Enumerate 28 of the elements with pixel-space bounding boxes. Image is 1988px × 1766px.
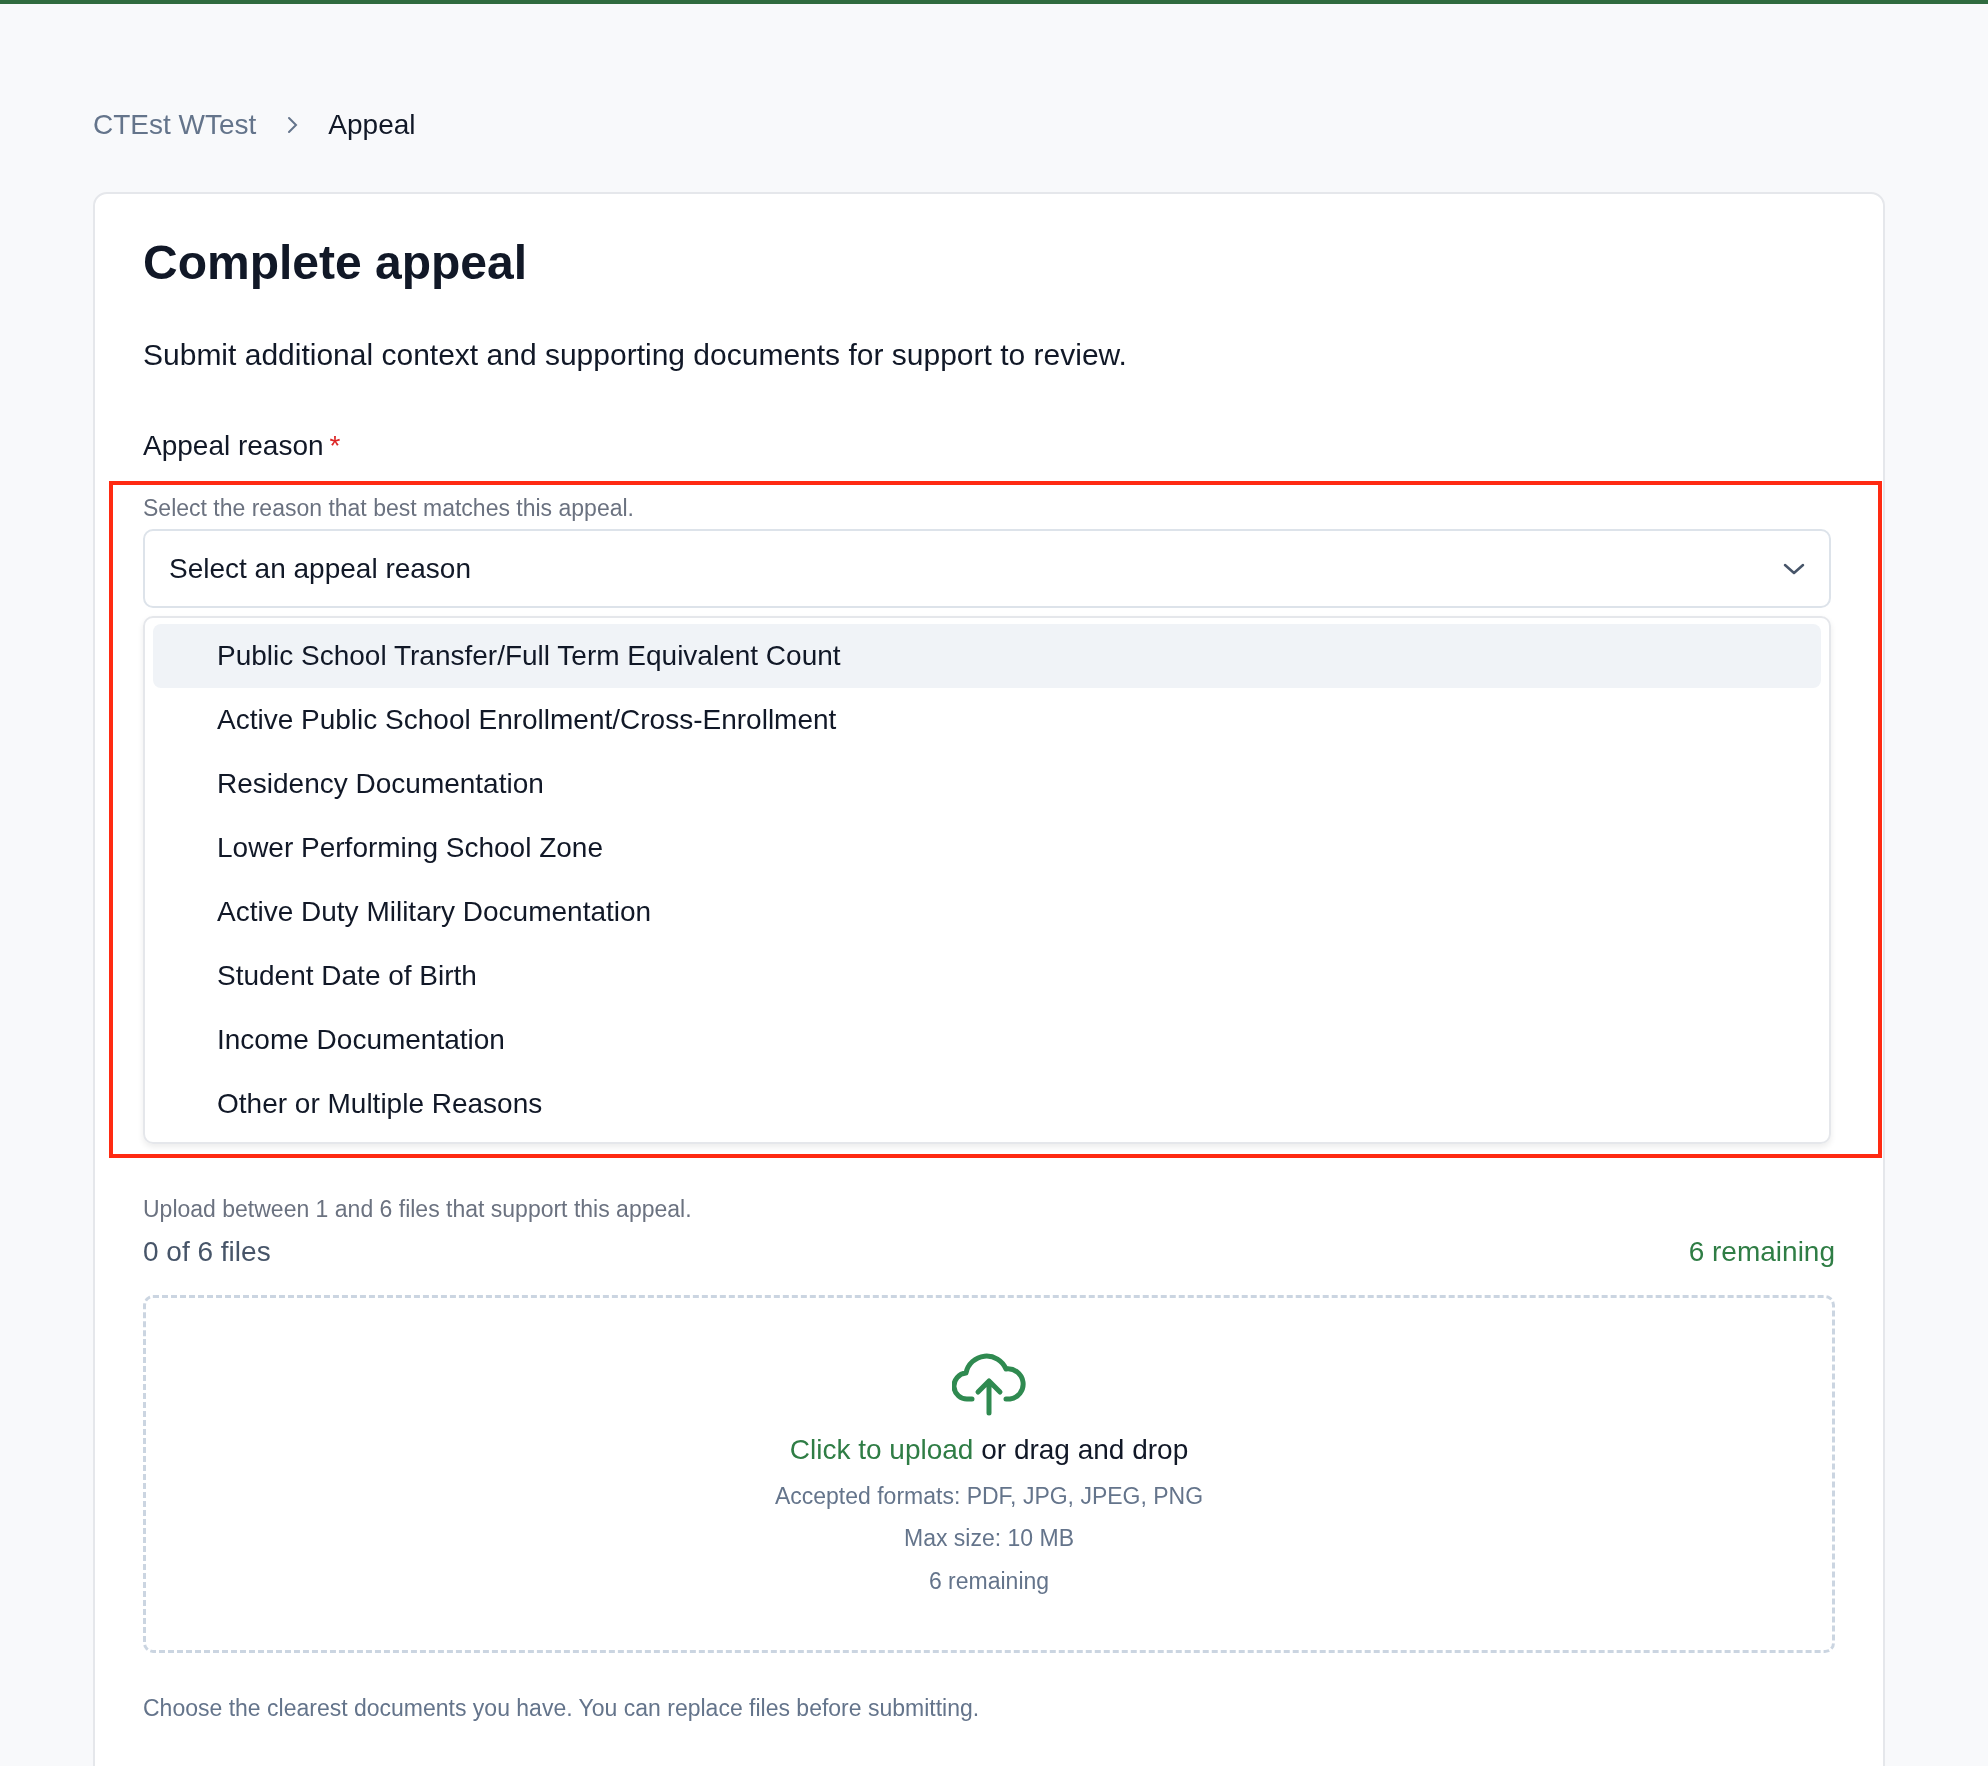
upload-instruction: Click to upload or drag and drop <box>789 1432 1189 1467</box>
dropdown-option[interactable]: Public School Transfer/Full Term Equivalent Count <box>153 624 1821 689</box>
file-count: 0 of 6 files <box>143 1234 271 1269</box>
page-description: Submit additional context and supporting documents for support to review. <box>143 336 1128 373</box>
dropdown-option[interactable]: Lower Performing School Zone <box>153 816 1821 881</box>
upload-link[interactable]: Click to upload <box>789 1433 974 1465</box>
dropdown-option[interactable]: Residency Documentation <box>153 752 1821 817</box>
upload-help-text: Upload between 1 and 6 files that support this appeal. <box>143 1195 693 1225</box>
remaining-count: 6 remaining <box>1688 1234 1835 1269</box>
select-field[interactable]: Select an appeal reason <box>143 529 1831 609</box>
required-marker: * <box>329 429 341 461</box>
dropdown-option[interactable]: Other or Multiple Reasons <box>153 1072 1821 1137</box>
upload-note: Choose the clearest documents you have. You can replace files before submitting. <box>143 1693 981 1723</box>
breadcrumb-link[interactable]: CTEst WTest <box>93 104 257 146</box>
dropdown-option[interactable]: Active Public School Enrollment/Cross-Enrollment <box>153 688 1821 753</box>
chevron-icon <box>1783 561 1805 576</box>
breadcrumb-current: Appeal <box>328 108 416 142</box>
field-help-text: Select the reason that best matches this appeal. <box>143 493 635 523</box>
chevron-right-icon <box>286 116 299 134</box>
dropdown-option[interactable]: Active Duty Military Documentation <box>153 880 1821 945</box>
upload-dropzone[interactable]: Click to upload or drag and drop Accepted formats: PDF, JPG, JPEG, PNG Max size: 10 MB 6 remaining <box>143 1294 1835 1653</box>
dropdown-option[interactable]: Income Documentation <box>153 1008 1821 1073</box>
max-size: Max size: 10 MB <box>904 1524 1074 1554</box>
dropdown-option[interactable]: Student Date of Birth <box>153 944 1821 1009</box>
page-title: Complete appeal <box>143 235 529 291</box>
accepted-formats: Accepted formats: PDF, JPG, JPEG, PNG <box>774 1481 1204 1511</box>
remaining-count: 6 remaining <box>928 1566 1050 1596</box>
field-label: Appeal reason <box>143 429 324 461</box>
